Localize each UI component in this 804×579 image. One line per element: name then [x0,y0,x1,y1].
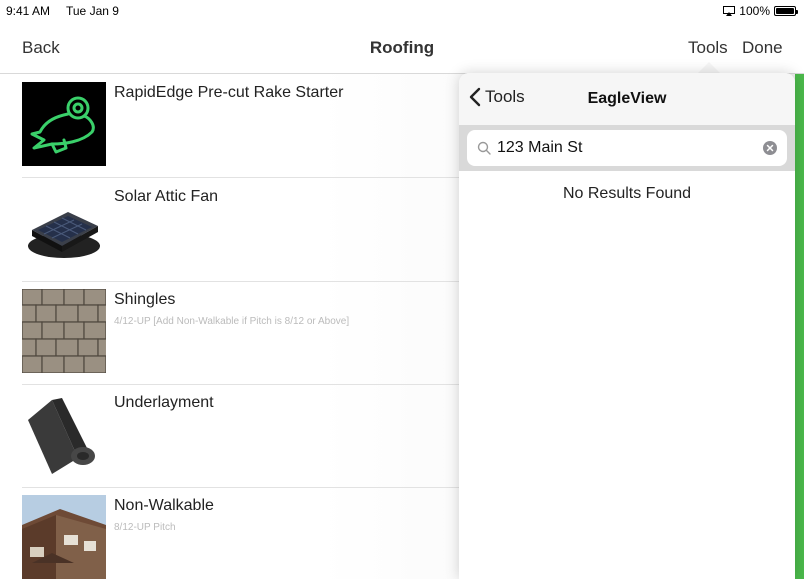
search-icon [477,141,491,155]
item-title: Shingles [114,291,176,308]
item-subtitle: 4/12-UP [Add Non-Walkable if Pitch is 8/… [114,316,350,327]
list-item[interactable]: Shingles 4/12-UP [Add Non-Walkable if Pi… [0,281,460,385]
status-date: Tue Jan 9 [66,4,119,18]
search-box[interactable] [467,130,787,166]
solar-fan-icon [22,186,106,270]
background-edge [795,74,804,579]
tools-button[interactable]: Tools [688,38,728,58]
airplay-icon [723,6,736,16]
status-bar: 9:41 AM Tue Jan 9 100% [0,0,804,22]
roof-house-icon [22,495,106,579]
list-item[interactable]: Solar Attic Fan [0,178,460,282]
underlayment-roll-icon [22,392,106,476]
item-subtitle: 8/12-UP Pitch [114,522,176,533]
list-item[interactable]: Non-Walkable 8/12-UP Pitch [0,487,460,579]
status-time: 9:41 AM [6,4,51,18]
battery-percent: 100% [739,4,770,18]
shingles-icon [22,289,106,373]
nav-bar: Back Roofing Tools Done [0,22,804,74]
status-right: 100% [723,4,798,18]
item-title: Solar Attic Fan [114,188,219,205]
item-title: RapidEdge Pre-cut Rake Starter [114,84,344,101]
done-button[interactable]: Done [742,38,783,58]
clear-search-icon[interactable] [763,141,777,155]
search-input[interactable] [497,135,757,161]
frog-logo-icon [22,82,106,166]
popover-title: EagleView [587,90,667,107]
item-title: Underlayment [114,394,214,411]
item-title: Non-Walkable [114,497,214,514]
list-item[interactable]: Underlayment [0,384,460,488]
no-results-message: No Results Found [562,185,692,202]
popover-header: Tools EagleView [459,73,795,125]
list-item[interactable]: RapidEdge Pre-cut Rake Starter [0,74,460,178]
page-title: Roofing [369,38,435,57]
search-bar [459,125,795,171]
eagleview-popover: Tools EagleView No Results Found [459,73,795,579]
battery-icon [774,6,798,16]
